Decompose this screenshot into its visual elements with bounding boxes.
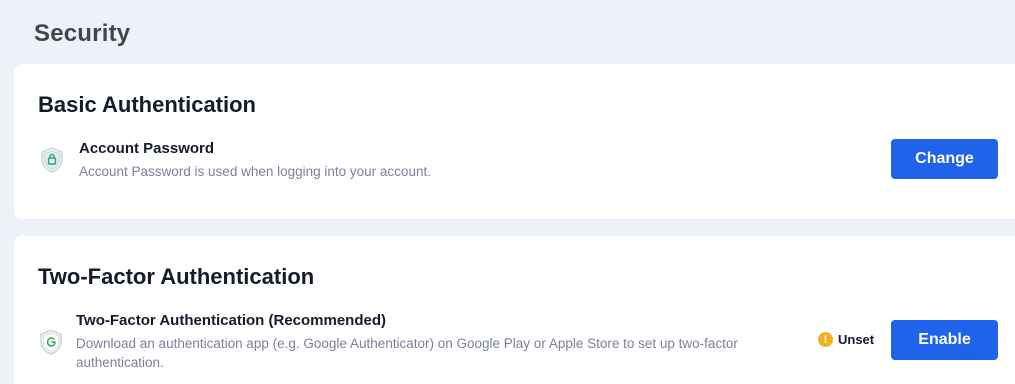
basic-authentication-title: Basic Authentication [38, 92, 256, 117]
two-factor-authentication-title: Two-Factor Authentication [38, 264, 315, 289]
enable-two-factor-button[interactable]: Enable [891, 320, 998, 360]
change-password-button[interactable]: Change [891, 139, 998, 179]
security-page: Security Basic Authentication Account Pa… [0, 0, 1015, 384]
two-factor-label: Two-Factor Authentication (Recommended) [76, 312, 387, 329]
warning-icon: ! [818, 332, 833, 347]
basic-authentication-card: Basic Authentication Account Password Ac… [14, 64, 1015, 219]
account-password-description: Account Password is used when logging in… [79, 164, 431, 179]
two-factor-authentication-card: Two-Factor Authentication Two-Factor Aut… [14, 236, 1015, 384]
account-password-label: Account Password [79, 140, 215, 157]
shield-google-icon [38, 328, 64, 356]
two-factor-description: Download an authentication app (e.g. Goo… [76, 336, 738, 370]
shield-lock-icon [39, 146, 65, 174]
two-factor-status: ! Unset [818, 332, 874, 347]
status-badge: Unset [838, 332, 875, 347]
page-title: Security [34, 20, 131, 47]
